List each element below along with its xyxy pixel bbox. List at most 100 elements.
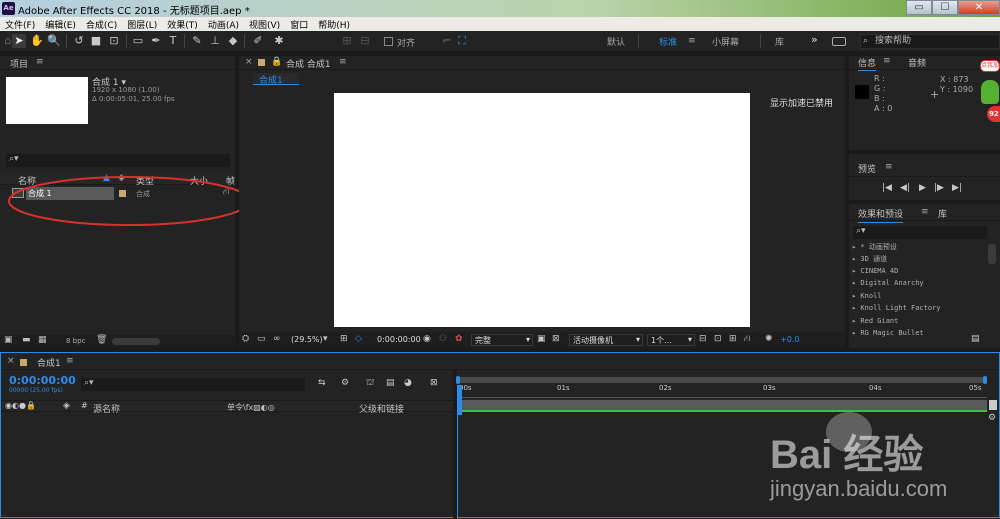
pan-behind-tool-icon[interactable]: ⊡	[107, 34, 121, 48]
type-tool-icon[interactable]: T	[166, 34, 180, 48]
axis-local-icon[interactable]: ⊞	[340, 34, 354, 48]
effects-search-input[interactable]: ⌕▾	[853, 226, 987, 239]
eraser-tool-icon[interactable]: ◆	[226, 34, 240, 48]
col-source-name[interactable]: 源名称	[93, 402, 120, 415]
mask-visibility-icon[interactable]: ◇	[355, 334, 362, 344]
effect-category-item[interactable]: ▸ * 动画预设	[852, 242, 985, 254]
time-ruler[interactable]: 00s 01s 02s 03s 04s 05s	[457, 384, 987, 398]
brush-tool-icon[interactable]: ✎	[190, 34, 204, 48]
trash-icon[interactable]: 🗑	[96, 335, 107, 345]
workspace-small-screen[interactable]: 小屏幕	[712, 35, 739, 48]
mascot-icon[interactable]	[981, 80, 999, 104]
close-panel-icon[interactable]: ×	[7, 356, 15, 366]
zoom-tool-icon[interactable]: 🔍	[47, 34, 61, 48]
help-search-input[interactable]: ⌕ 搜索帮助	[860, 34, 1000, 49]
scrollbar-thumb[interactable]	[988, 244, 996, 264]
workspace-more-button[interactable]: »	[811, 33, 818, 46]
axis-world-icon[interactable]: ⊟	[358, 34, 372, 48]
menu-view[interactable]: 视图(V)	[244, 18, 285, 31]
comp-flowchart-icon[interactable]: ⇆	[318, 378, 326, 388]
hand-tool-icon[interactable]: ✋	[30, 34, 44, 48]
effect-category-item[interactable]: ▸ Red Giant	[852, 317, 985, 329]
pen-tool-icon[interactable]: ✒	[149, 34, 163, 48]
timeline-search-input[interactable]: ⌕▾	[81, 378, 305, 391]
menu-effect[interactable]: 效果(T)	[162, 18, 203, 31]
effects-search-field[interactable]	[873, 226, 983, 239]
previous-frame-button[interactable]: ◀|	[900, 183, 910, 193]
show-snapshot-icon[interactable]: ⚇	[439, 334, 447, 344]
snap-checkbox[interactable]	[384, 37, 393, 46]
snap-edge-icon[interactable]: ⌐	[440, 34, 454, 48]
play-button[interactable]: ▶	[919, 183, 926, 193]
effect-category-item[interactable]: ▸ Knoll	[852, 292, 985, 304]
snapshot-camera-icon[interactable]: ◉	[423, 334, 431, 344]
tab-audio[interactable]: 音频	[908, 56, 926, 69]
timeline-icon[interactable]: ⊞	[729, 334, 737, 344]
frame-blending-icon[interactable]: ▤	[386, 378, 395, 388]
menu-help[interactable]: 帮助(H)	[313, 18, 355, 31]
panel-menu-icon[interactable]: ≡	[921, 207, 929, 217]
last-frame-button[interactable]: ▶|	[952, 183, 962, 193]
fast-previews-icon[interactable]: ⊡	[714, 334, 722, 344]
thumbnail-slider[interactable]	[112, 338, 160, 345]
speedup-count-badge[interactable]: 92	[987, 106, 1000, 122]
effect-category-item[interactable]: ▸ CINEMA 4D	[852, 267, 985, 279]
always-preview-icon[interactable]: ⛭	[242, 334, 249, 344]
speedup-badge[interactable]: 点我加速	[980, 60, 1000, 72]
camera-dropdown[interactable]: 活动摄像机 ▾	[569, 334, 643, 346]
navigator-end-handle[interactable]	[983, 376, 987, 384]
tab-comp1[interactable]: 合成1	[253, 73, 299, 86]
flowchart-icon[interactable]: ⛙	[744, 334, 750, 345]
roto-brush-tool-icon[interactable]: ✐	[251, 34, 265, 48]
panel-menu-icon[interactable]: ≡	[885, 162, 893, 172]
workspace-library[interactable]: 库	[775, 35, 784, 48]
reset-exposure-icon[interactable]: ✺	[765, 334, 773, 344]
project-search-input[interactable]: ⌕▾	[6, 154, 230, 167]
snap-feature-icon[interactable]: ⛶	[455, 34, 469, 48]
menu-edit[interactable]: 编辑(E)	[40, 18, 81, 31]
workspace-default[interactable]: 默认	[607, 35, 625, 48]
menu-layer[interactable]: 图层(L)	[122, 18, 162, 31]
effect-category-item[interactable]: ▸ RG Magic Bullet	[852, 329, 985, 338]
minimize-button[interactable]: ▭	[906, 0, 932, 15]
col-switches[interactable]: 单令\fx▨◐◎	[227, 402, 275, 413]
effect-category-item[interactable]: ▸ Digital Anarchy	[852, 279, 985, 291]
panel-menu-icon[interactable]: ≡	[339, 57, 347, 67]
panel-menu-icon[interactable]: ≡	[66, 356, 74, 366]
toggle-pixel-aspect-icon[interactable]: ⊟	[699, 334, 707, 344]
timeline-timecode[interactable]: 0:00:00:00	[9, 374, 76, 387]
project-search-field[interactable]	[26, 154, 226, 167]
safe-margins-icon[interactable]: ⊞	[340, 334, 348, 344]
comp-end-marker[interactable]	[989, 400, 997, 410]
camera-tool-icon[interactable]: ■	[89, 34, 103, 48]
shy-layers-icon[interactable]: ⛫	[366, 378, 374, 389]
panel-menu-icon[interactable]: ≡	[883, 56, 891, 66]
transparency-grid-icon[interactable]: ⊠	[552, 334, 560, 344]
workspace-menu-icon[interactable]: ≡	[688, 36, 696, 46]
effect-category-item[interactable]: ▸ 3D 通道	[852, 254, 985, 266]
clone-stamp-tool-icon[interactable]: ⊥	[208, 34, 222, 48]
comp-button-icon[interactable]: ⚙	[988, 413, 996, 423]
selection-tool-icon[interactable]: ➤	[12, 34, 26, 48]
first-frame-button[interactable]: |◀	[882, 183, 892, 193]
workspace-icon[interactable]	[832, 37, 846, 46]
workspace-standard[interactable]: 标准	[659, 35, 677, 48]
resolution-dropdown[interactable]: 完整 ▾	[471, 334, 533, 346]
current-time-display[interactable]: 0:00:00:00	[377, 335, 421, 344]
lock-icon[interactable]: 🔒	[271, 57, 282, 67]
close-panel-icon[interactable]: ×	[245, 57, 253, 67]
timeline-search-field[interactable]	[101, 378, 301, 391]
timeline-tab[interactable]: 合成1	[37, 356, 61, 369]
region-of-interest-icon[interactable]: ▣	[537, 334, 546, 344]
next-frame-button[interactable]: |▶	[934, 183, 944, 193]
monitor-icon[interactable]: ▭	[257, 334, 266, 344]
motion-blur-icon[interactable]: ◕	[404, 378, 412, 388]
zoom-dropdown[interactable]: (29.5%)	[291, 335, 323, 344]
menu-window[interactable]: 窗口	[285, 18, 313, 31]
menu-file[interactable]: 文件(F)	[0, 18, 40, 31]
composition-canvas[interactable]	[334, 93, 750, 327]
tab-library[interactable]: 库	[938, 207, 947, 220]
rectangle-tool-icon[interactable]: ▭	[131, 34, 145, 48]
views-dropdown[interactable]: 1个... ▾	[647, 334, 695, 346]
graph-editor-icon[interactable]: ⊠	[430, 378, 438, 388]
